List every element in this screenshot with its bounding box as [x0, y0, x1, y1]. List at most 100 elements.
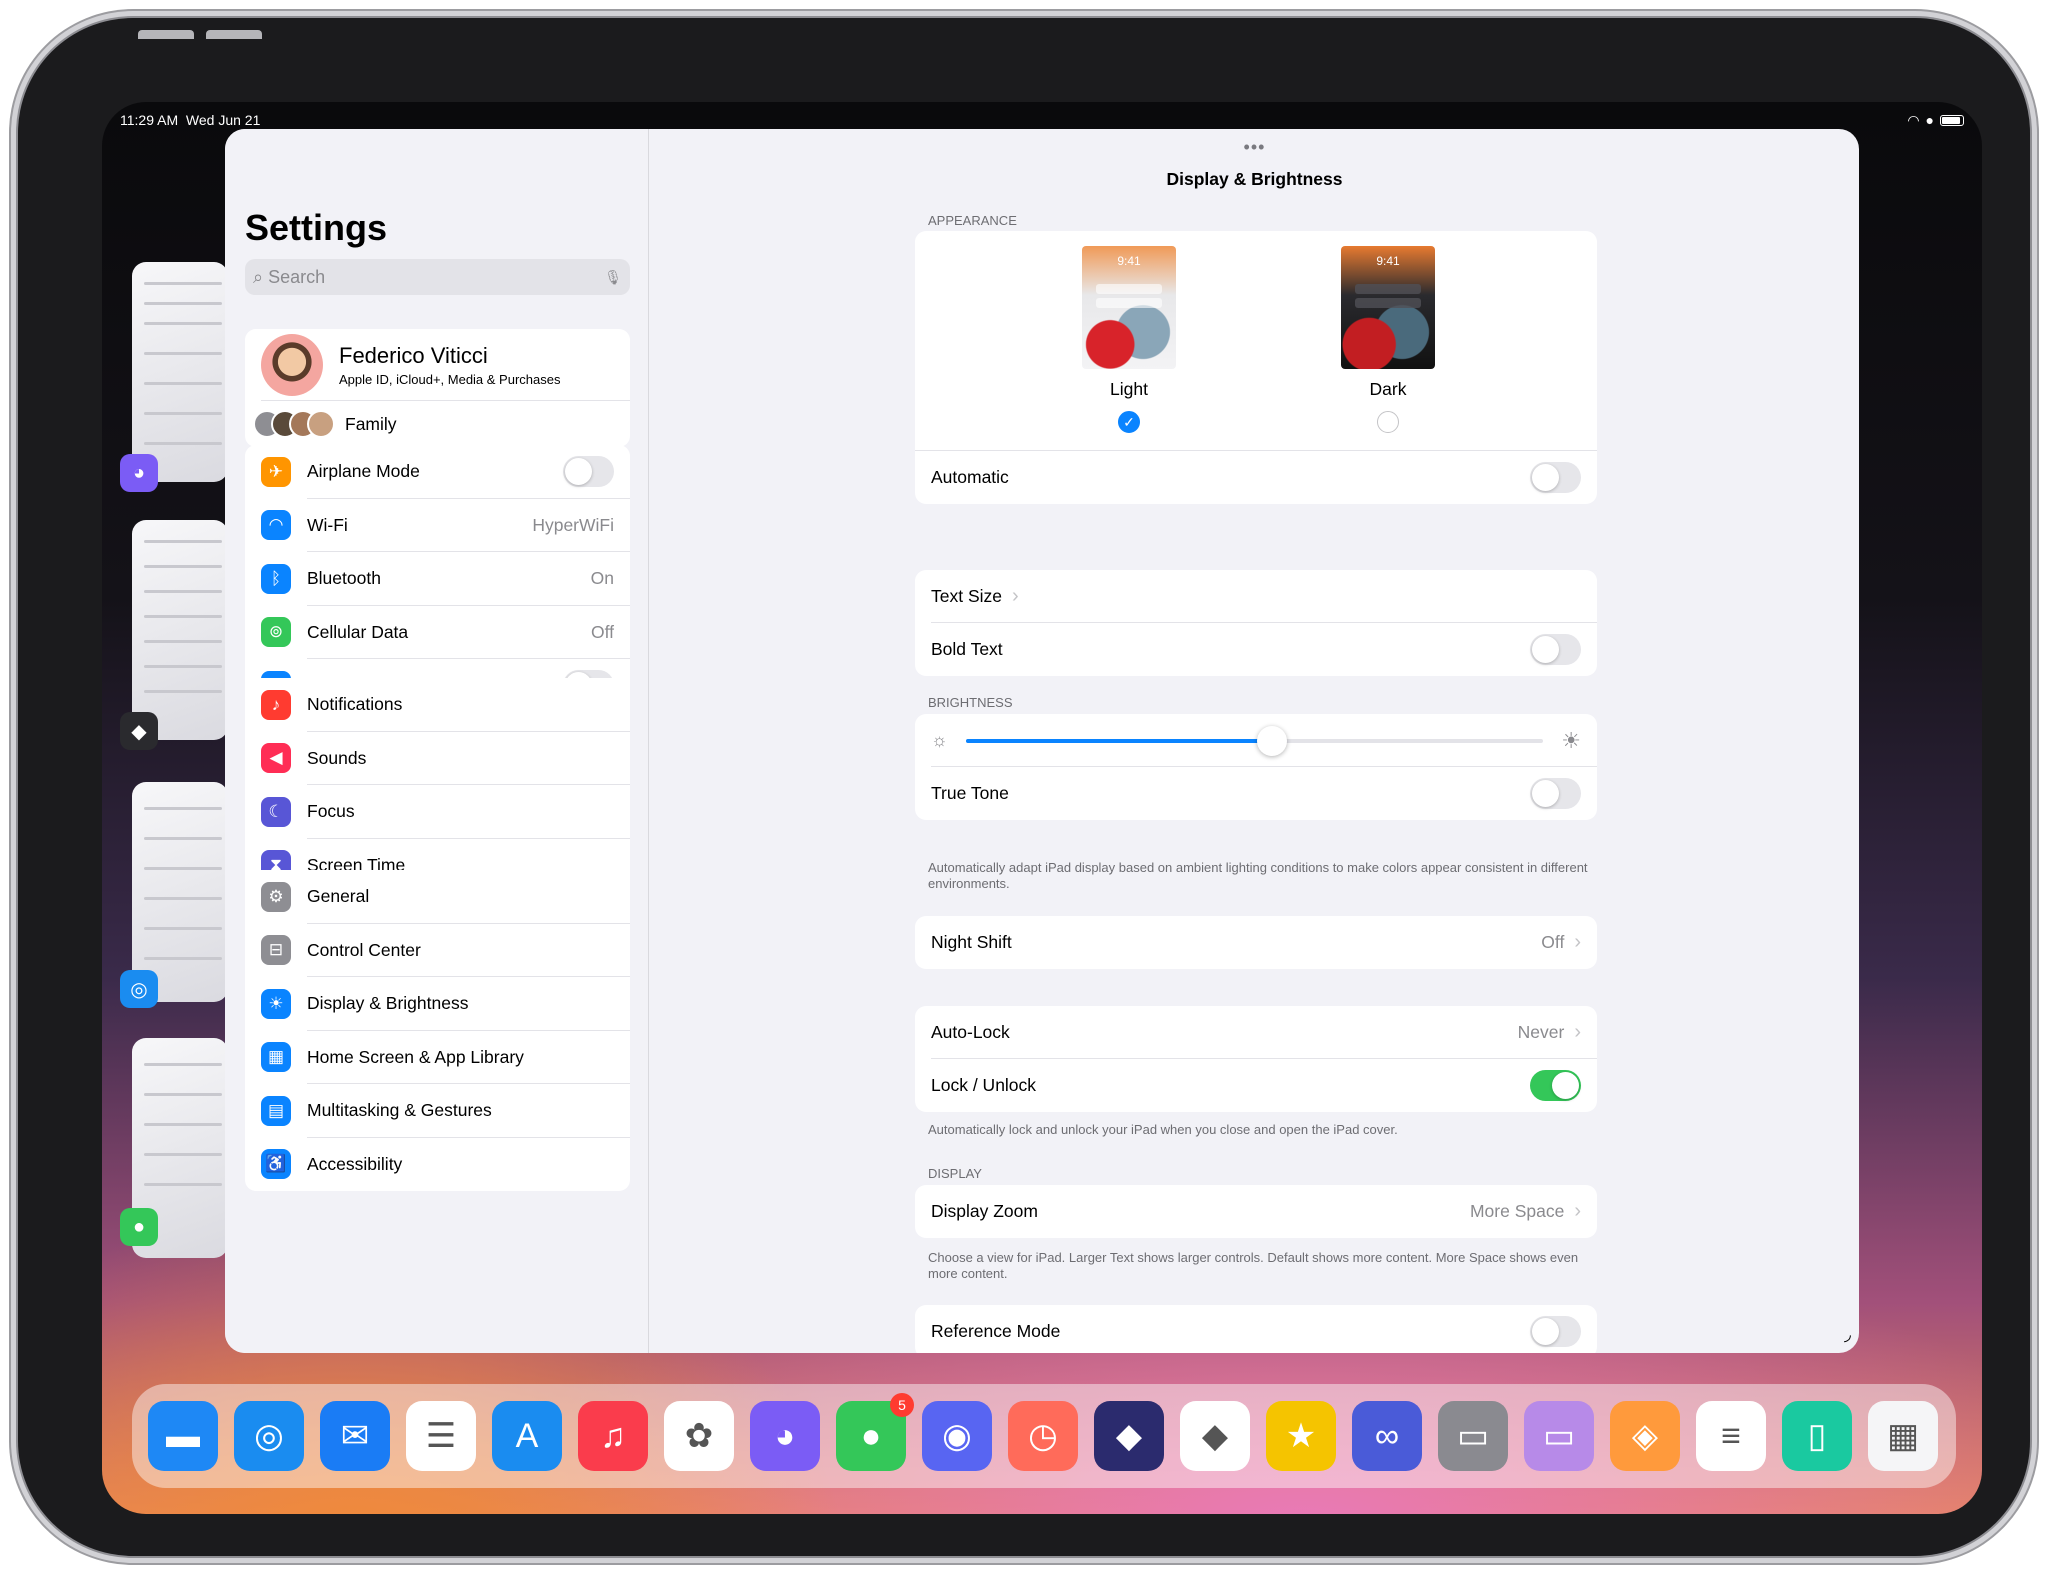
light-mode-preview[interactable]: 9:41 [1082, 246, 1176, 369]
appearance-header: APPEARANCE [928, 213, 1017, 228]
microphone-icon[interactable]: 🎙 [604, 269, 622, 286]
sidebar-item-notifications[interactable]: ♪ Notifications [245, 678, 630, 732]
accessibility-icon: ♿ [261, 1149, 291, 1180]
brightness-slider-row: ☼ ☀ [915, 714, 1597, 767]
app-store-icon[interactable]: A [492, 1401, 562, 1471]
stage-app-mastodon[interactable] [132, 262, 228, 482]
text-size-row[interactable]: Text Size › [915, 570, 1597, 623]
music-icon[interactable]: ♫ [578, 1401, 648, 1471]
sidebar-item-label: Control Center [307, 939, 421, 960]
sidebar-item-airplane-mode[interactable]: ✈ Airplane Mode [245, 445, 630, 499]
sidebar-item-bluetooth[interactable]: ᛒ Bluetooth On [245, 552, 630, 606]
sidebar-item-value: HyperWiFi [532, 514, 614, 535]
layers-icon[interactable]: ◈ [1610, 1401, 1680, 1471]
stage-app-obsidian[interactable] [132, 520, 228, 740]
lock-unlock-label: Lock / Unlock [931, 1075, 1037, 1095]
profile-name: Federico Viticci [339, 343, 488, 368]
sidebar-item-label: Multitasking & Gestures [307, 1100, 492, 1121]
lock-unlock-toggle[interactable] [1530, 1070, 1581, 1101]
files-icon[interactable]: ▬ [148, 1401, 218, 1471]
mastodon-elephant-icon[interactable]: ◕ [750, 1401, 820, 1471]
gear-icon: ⚙ [261, 881, 291, 912]
family-label: Family [345, 413, 397, 434]
safari-icon[interactable]: ◎ [234, 1401, 304, 1471]
sun-small-icon: ☼ [931, 730, 948, 750]
notes-icon[interactable]: ≡ [1696, 1401, 1766, 1471]
sidebar-item-wi-fi[interactable]: ◠ Wi-Fi HyperWiFi [245, 499, 630, 553]
photos-icon[interactable]: ✿ [664, 1401, 734, 1471]
text-card: Text Size › Bold Text [915, 570, 1597, 676]
sidebar-item-label: General [307, 886, 370, 907]
brightness-slider[interactable] [965, 725, 1544, 756]
sidebar-item-general[interactable]: ⚙ General [245, 870, 630, 924]
screens-purple-icon[interactable]: ▭ [1524, 1401, 1594, 1471]
goodlinks-star-icon[interactable]: ★ [1266, 1401, 1336, 1471]
window-grabber[interactable]: ••• [1244, 137, 1266, 158]
search-field[interactable]: ⌕ Search 🎙 [245, 259, 630, 295]
text-size-label: Text Size [931, 586, 1002, 606]
ipad-frame: 11:29 AM Wed Jun 21 ◠ ● ◕ ◆ ◎ ● Settings… [18, 18, 2030, 1556]
automatic-toggle[interactable] [1530, 462, 1581, 493]
chevron-right-icon: › [1574, 931, 1581, 953]
bold-text-row: Bold Text [915, 623, 1597, 676]
volume-button [206, 30, 262, 39]
sidebar-item-multitasking-gestures[interactable]: ▤ Multitasking & Gestures [245, 1084, 630, 1138]
reference-mode-toggle[interactable] [1530, 1316, 1581, 1347]
sidebar-item-focus[interactable]: ☾ Focus [245, 785, 630, 839]
messages-icon[interactable]: ● 5 [836, 1393, 914, 1471]
obsidian-icon: ◆ [120, 712, 158, 750]
app-folder-icon[interactable]: ▦ [1868, 1401, 1938, 1471]
sidebar-item-label: Display & Brightness [307, 993, 469, 1014]
battery-icon [1940, 114, 1964, 126]
discord-icon[interactable]: ◉ [922, 1401, 992, 1471]
true-tone-toggle[interactable] [1530, 778, 1581, 809]
settings-sidebar: Settings ⌕ Search 🎙 Federico Viticci App… [225, 129, 649, 1353]
reference-mode-label: Reference Mode [931, 1321, 1061, 1341]
sidebar-item-accessibility[interactable]: ♿ Accessibility [245, 1138, 630, 1192]
dark-mode-preview[interactable]: 9:41 [1341, 246, 1435, 369]
light-radio[interactable]: ✓ [1118, 411, 1140, 433]
general-group: ⚙ General ⊟ Control Center ☀ Display & Bright… [245, 870, 630, 1191]
settings-title: Settings [245, 207, 388, 248]
dock: ▬ ◎ ✉ ☰ A ♫ ✿ ◕ ● 5 ◉ ◷ ◆ ◆ ★ ∞ ▭ ▭ ◈ ≡ ▯ ▦ [132, 1384, 1956, 1488]
sidebar-item-value: Off [590, 621, 614, 642]
sidebar-item-label: Accessibility [307, 1153, 403, 1174]
mastodon-elephant-icon: ◕ [120, 454, 158, 492]
auto-lock-row[interactable]: Auto-Lock Never › [915, 1006, 1597, 1059]
true-tone-label: True Tone [931, 783, 1009, 803]
display-zoom-row[interactable]: Display Zoom More Space › [915, 1185, 1597, 1238]
dark-radio[interactable] [1377, 411, 1399, 433]
screens-icon[interactable]: ▭ [1438, 1401, 1508, 1471]
sidebar-item-label: Sounds [307, 747, 367, 768]
connectivity-group: ✈ Airplane Mode ◠ Wi-Fi HyperWiFi ᛒ Bluetooth O… [245, 445, 630, 713]
bold-text-toggle[interactable] [1530, 634, 1581, 665]
stage-app-safari[interactable] [132, 782, 228, 1002]
switches-icon: ⊟ [261, 935, 291, 966]
reference-mode-card: Reference Mode [915, 1305, 1597, 1353]
night-shift-row[interactable]: Night Shift Off › [915, 916, 1597, 969]
sidebar-item-home-screen-app-library[interactable]: ▦ Home Screen & App Library [245, 1031, 630, 1085]
obsidian-icon[interactable]: ◆ [1180, 1401, 1250, 1471]
sidebar-toggle[interactable] [563, 456, 614, 488]
shortcuts-icon[interactable]: ◆ [1094, 1401, 1164, 1471]
link-icon[interactable]: ∞ [1352, 1401, 1422, 1471]
brightness-header: BRIGHTNESS [928, 695, 1013, 710]
timer-icon[interactable]: ◷ [1008, 1401, 1078, 1471]
slider-knob[interactable] [1256, 725, 1287, 756]
night-shift-value: Off [1541, 932, 1565, 952]
mail-icon[interactable]: ✉ [320, 1401, 390, 1471]
speaker-icon: ◀ [261, 743, 291, 774]
sidebar-item-control-center[interactable]: ⊟ Control Center [245, 924, 630, 978]
apple-id-row[interactable]: Federico Viticci Apple ID, iCloud+, Medi… [245, 329, 630, 401]
sidebar-item-display-brightness[interactable]: ☀ Display & Brightness [245, 977, 630, 1031]
sidebar-item-label: Bluetooth [307, 568, 381, 589]
notifications-group: ♪ Notifications ◀ Sounds ☾ Focus ⧗ Screen Time [245, 678, 630, 892]
sidebar-item-cellular-data[interactable]: ⊚ Cellular Data Off [245, 606, 630, 660]
sun-icon: ☀ [261, 988, 291, 1019]
reminders-icon[interactable]: ☰ [406, 1401, 476, 1471]
family-row[interactable]: Family [245, 401, 630, 447]
sidebar-item-sounds[interactable]: ◀ Sounds [245, 732, 630, 786]
automatic-row: Automatic [915, 451, 1597, 504]
resize-corner-icon[interactable]: ◞ [1844, 1324, 1851, 1345]
sidecar-icon[interactable]: ▯ [1782, 1401, 1852, 1471]
